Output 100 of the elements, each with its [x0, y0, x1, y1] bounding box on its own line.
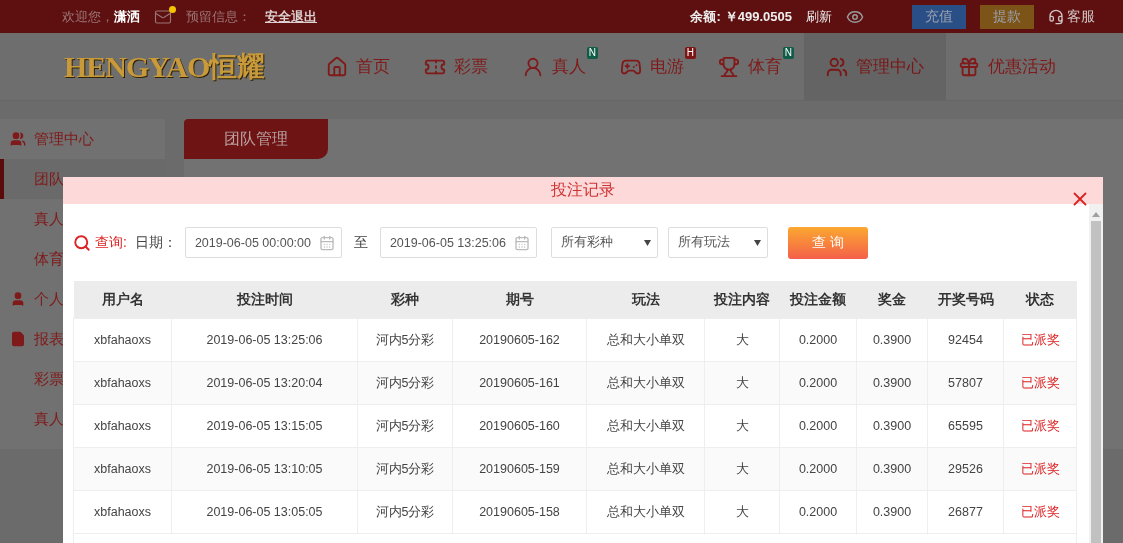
table-cell: 0.2000 — [779, 404, 857, 448]
balance-amount: ￥499.0505 — [724, 7, 792, 26]
table-cell: 大 — [704, 404, 780, 448]
dialog-title: 投注记录 — [551, 180, 615, 200]
reserved-info-label: 预留信息： — [186, 7, 251, 26]
table-cell: 大 — [704, 447, 780, 491]
date-from-field[interactable]: 2019-06-05 00:00:00 — [184, 227, 342, 258]
content-tab[interactable]: 团队管理 — [184, 119, 328, 159]
query-button[interactable]: 查 询 — [787, 226, 868, 259]
play-select[interactable]: 所有玩法 — [667, 227, 768, 258]
separator-text: 至 — [353, 233, 368, 252]
table-cell: 已派奖 — [1003, 490, 1077, 534]
table-cell: 总和大小单双 — [586, 490, 705, 534]
table-cell: 2019-06-05 13:05:05 — [171, 490, 358, 534]
table-cell: 总和大小单双 — [586, 361, 705, 405]
balance-label: 余额: — [690, 7, 721, 26]
date-to-field[interactable]: 2019-06-05 13:25:06 — [379, 227, 537, 258]
scrollbar[interactable] — [1089, 204, 1103, 543]
sidebar-group-label[interactable]: 个人 — [34, 289, 64, 309]
logo[interactable]: HENGYAO恒耀 — [64, 33, 314, 100]
table-cell: 已派奖 — [1003, 447, 1077, 491]
greeting-text: 欢迎您， — [62, 7, 114, 26]
table-cell: 河内5分彩 — [357, 361, 453, 405]
table-cell: 20190605-161 — [452, 361, 587, 405]
table-cell: 0.3900 — [856, 404, 928, 448]
table-cell: 总和大小单双 — [586, 318, 705, 362]
nav-badge: N — [586, 47, 598, 59]
table-cell: 0.3900 — [856, 447, 928, 491]
table-cell: 河内5分彩 — [357, 404, 453, 448]
table-cell: 河内5分彩 — [357, 447, 453, 491]
table-cell: 20190605-158 — [452, 490, 587, 534]
table-cell: 26877 — [927, 490, 1004, 534]
table-cell: 0.3900 — [856, 490, 928, 534]
users-icon — [10, 131, 26, 147]
column-header: 状态 — [1003, 281, 1077, 319]
table-cell: 65595 — [927, 404, 1004, 448]
column-header: 彩种 — [357, 281, 453, 319]
column-header: 用户名 — [73, 281, 172, 319]
deposit-button[interactable]: 充值 — [912, 4, 966, 29]
table-cell: 20190605-160 — [452, 404, 587, 448]
person-icon — [522, 55, 544, 78]
nav-item[interactable]: 优惠活动 — [946, 33, 1078, 100]
table-cell: 已派奖 — [1003, 361, 1077, 405]
table-cell: 河内5分彩 — [357, 318, 453, 362]
table-cell: 2019-06-05 13:10:05 — [171, 447, 358, 491]
nav-item[interactable]: 管理中心 — [804, 33, 946, 100]
table-cell: 92454 — [927, 318, 1004, 362]
dropdown-arrow-icon — [753, 239, 761, 246]
table-cell: 20190605-162 — [452, 318, 587, 362]
table-cell: 29526 — [927, 447, 1004, 491]
table-cell: 总和大小单双 — [586, 447, 705, 491]
refresh-link[interactable]: 刷新 — [806, 7, 832, 26]
date-label: 日期： — [134, 233, 177, 252]
gift-icon — [958, 55, 980, 78]
table-cell: 大 — [704, 318, 780, 362]
table-cell: 河内5分彩 — [357, 490, 453, 534]
person-icon — [10, 291, 26, 307]
table-cell: xbfahaoxs — [73, 447, 172, 491]
table-cell: xbfahaoxs — [73, 361, 172, 405]
lottery-select[interactable]: 所有彩种 — [550, 227, 658, 258]
nav-item[interactable]: 体育 N — [706, 33, 804, 100]
table-cell: 大 — [704, 361, 780, 405]
document-icon — [10, 331, 26, 347]
nav-item[interactable]: 电游 H — [608, 33, 706, 100]
table-cell: 57807 — [927, 361, 1004, 405]
column-header: 开奖号码 — [927, 281, 1004, 319]
nav-item[interactable]: 首页 — [314, 33, 412, 100]
users-icon — [826, 55, 848, 78]
withdraw-button[interactable]: 提款 — [980, 4, 1034, 29]
nav-item[interactable]: 彩票 — [412, 33, 510, 100]
column-header: 玩法 — [586, 281, 705, 319]
table-cell: 总和大小单双 — [586, 404, 705, 448]
headset-icon — [1048, 8, 1064, 25]
sidebar-group-label[interactable]: 管理中心 — [34, 129, 94, 149]
table-cell: 0.2000 — [779, 361, 857, 405]
table-cell: 0.3900 — [856, 361, 928, 405]
table-cell: 已派奖 — [1003, 404, 1077, 448]
table-cell: xbfahaoxs — [73, 318, 172, 362]
nav-item[interactable]: 真人 N — [510, 33, 608, 100]
table-cell: xbfahaoxs — [73, 490, 172, 534]
table-cell: 0.3900 — [856, 318, 928, 362]
table-cell: 2019-06-05 13:20:04 — [171, 361, 358, 405]
service-link[interactable]: 客服 — [1067, 7, 1095, 26]
sidebar-group-label[interactable]: 报表 — [34, 329, 64, 349]
nav-badge: H — [684, 47, 696, 59]
table-cell: 2019-06-05 13:25:06 — [171, 318, 358, 362]
table-cell: 0.2000 — [779, 490, 857, 534]
column-header: 期号 — [452, 281, 587, 319]
table-cell: 0.2000 — [779, 318, 857, 362]
table-cell: 20190605-159 — [452, 447, 587, 491]
table-cell: 大 — [704, 490, 780, 534]
table-cell: xbfahaoxs — [73, 404, 172, 448]
column-header: 投注内容 — [704, 281, 780, 319]
search-icon — [73, 233, 91, 252]
query-label: 查询: — [95, 233, 127, 252]
column-header: 奖金 — [856, 281, 928, 319]
table-cell: 已派奖 — [1003, 318, 1077, 362]
logout-link[interactable]: 安全退出 — [265, 7, 317, 26]
table-cell: 2019-06-05 13:15:05 — [171, 404, 358, 448]
dropdown-arrow-icon — [643, 239, 651, 246]
